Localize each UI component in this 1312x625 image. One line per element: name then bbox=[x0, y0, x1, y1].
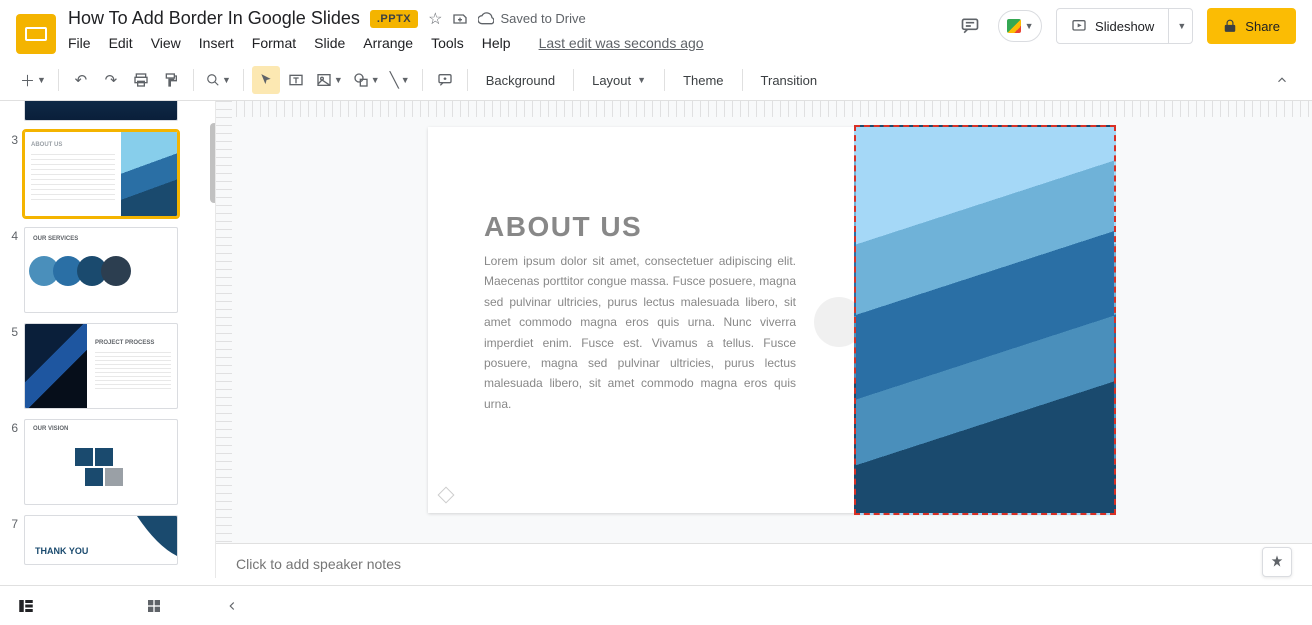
image-tool[interactable]: ▼ bbox=[312, 66, 347, 94]
slideshow-button[interactable]: Slideshow ▼ bbox=[1056, 8, 1193, 44]
slide-image-selected[interactable] bbox=[854, 125, 1116, 515]
undo-button[interactable]: ↶ bbox=[67, 66, 95, 94]
menu-tools[interactable]: Tools bbox=[431, 35, 464, 51]
ruler-vertical bbox=[216, 101, 232, 578]
slide-title[interactable]: ABOUT US bbox=[484, 211, 642, 243]
meet-button[interactable]: ▼ bbox=[998, 10, 1042, 42]
pptx-badge: .PPTX bbox=[370, 10, 418, 28]
theme-button[interactable]: Theme bbox=[673, 66, 733, 94]
slide-thumb-2[interactable] bbox=[24, 101, 178, 121]
slide-canvas[interactable]: ABOUT US Lorem ipsum dolor sit amet, con… bbox=[428, 127, 1114, 513]
new-slide-button[interactable]: ＋▼ bbox=[16, 66, 50, 94]
speaker-notes[interactable]: Click to add speaker notes bbox=[216, 543, 1312, 585]
filmstrip-view-icon[interactable] bbox=[12, 592, 40, 620]
share-button[interactable]: Share bbox=[1207, 8, 1296, 44]
menu-insert[interactable]: Insert bbox=[199, 35, 234, 51]
menu-help[interactable]: Help bbox=[482, 35, 511, 51]
collapse-filmstrip-icon[interactable] bbox=[218, 592, 246, 620]
grid-view-icon[interactable] bbox=[140, 592, 168, 620]
slide-number-placeholder bbox=[438, 487, 455, 504]
menu-arrange[interactable]: Arrange bbox=[363, 35, 413, 51]
slide-thumb-7[interactable]: THANK YOU bbox=[24, 515, 178, 565]
menu-file[interactable]: File bbox=[68, 35, 91, 51]
collapse-toolbar-icon[interactable] bbox=[1268, 66, 1296, 94]
menu-bar: File Edit View Insert Format Slide Arran… bbox=[68, 35, 944, 51]
slide-body[interactable]: Lorem ipsum dolor sit amet, consectetuer… bbox=[484, 251, 796, 414]
slides-logo[interactable] bbox=[16, 14, 56, 54]
textbox-tool[interactable] bbox=[282, 66, 310, 94]
comment-tool[interactable] bbox=[431, 66, 459, 94]
filmstrip[interactable]: 3 ABOUT US 4 OUR SERVICES 5 bbox=[0, 101, 216, 578]
background-button[interactable]: Background bbox=[476, 66, 565, 94]
zoom-button[interactable]: ▼ bbox=[202, 66, 235, 94]
explore-button[interactable] bbox=[1262, 547, 1292, 577]
line-tool[interactable]: ╲▼ bbox=[386, 66, 414, 94]
document-title[interactable]: How To Add Border In Google Slides bbox=[68, 8, 360, 29]
bottom-bar bbox=[0, 585, 1312, 625]
main-area: 3 ABOUT US 4 OUR SERVICES 5 bbox=[0, 101, 1312, 578]
move-icon[interactable] bbox=[452, 11, 468, 27]
select-tool[interactable] bbox=[252, 66, 280, 94]
canvas-area[interactable]: ABOUT US Lorem ipsum dolor sit amet, con… bbox=[216, 101, 1312, 578]
menu-edit[interactable]: Edit bbox=[109, 35, 133, 51]
redo-button[interactable]: ↷ bbox=[97, 66, 125, 94]
slide-thumb-6[interactable]: OUR VISION bbox=[24, 419, 178, 505]
comments-icon[interactable] bbox=[956, 12, 984, 40]
saved-to-drive[interactable]: Saved to Drive bbox=[478, 11, 585, 27]
menu-slide[interactable]: Slide bbox=[314, 35, 345, 51]
star-icon[interactable]: ☆ bbox=[428, 9, 442, 29]
title-bar: How To Add Border In Google Slides .PPTX… bbox=[0, 0, 1312, 54]
last-edit-link[interactable]: Last edit was seconds ago bbox=[539, 35, 704, 51]
ruler-horizontal bbox=[236, 101, 1312, 117]
slide-thumb-3[interactable]: ABOUT US bbox=[24, 131, 178, 217]
slide-thumb-5[interactable]: PROJECT PROCESS bbox=[24, 323, 178, 409]
slideshow-dropdown[interactable]: ▼ bbox=[1168, 9, 1192, 43]
toolbar: ＋▼ ↶ ↷ ▼ ▼ ▼ ╲▼ Background Lay bbox=[0, 60, 1312, 101]
transition-button[interactable]: Transition bbox=[751, 66, 828, 94]
print-button[interactable] bbox=[127, 66, 155, 94]
layout-button[interactable]: Layout▼ bbox=[582, 66, 656, 94]
shape-tool[interactable]: ▼ bbox=[349, 66, 384, 94]
menu-view[interactable]: View bbox=[151, 35, 181, 51]
menu-format[interactable]: Format bbox=[252, 35, 296, 51]
paint-format-button[interactable] bbox=[157, 66, 185, 94]
slide-thumb-4[interactable]: OUR SERVICES bbox=[24, 227, 178, 313]
